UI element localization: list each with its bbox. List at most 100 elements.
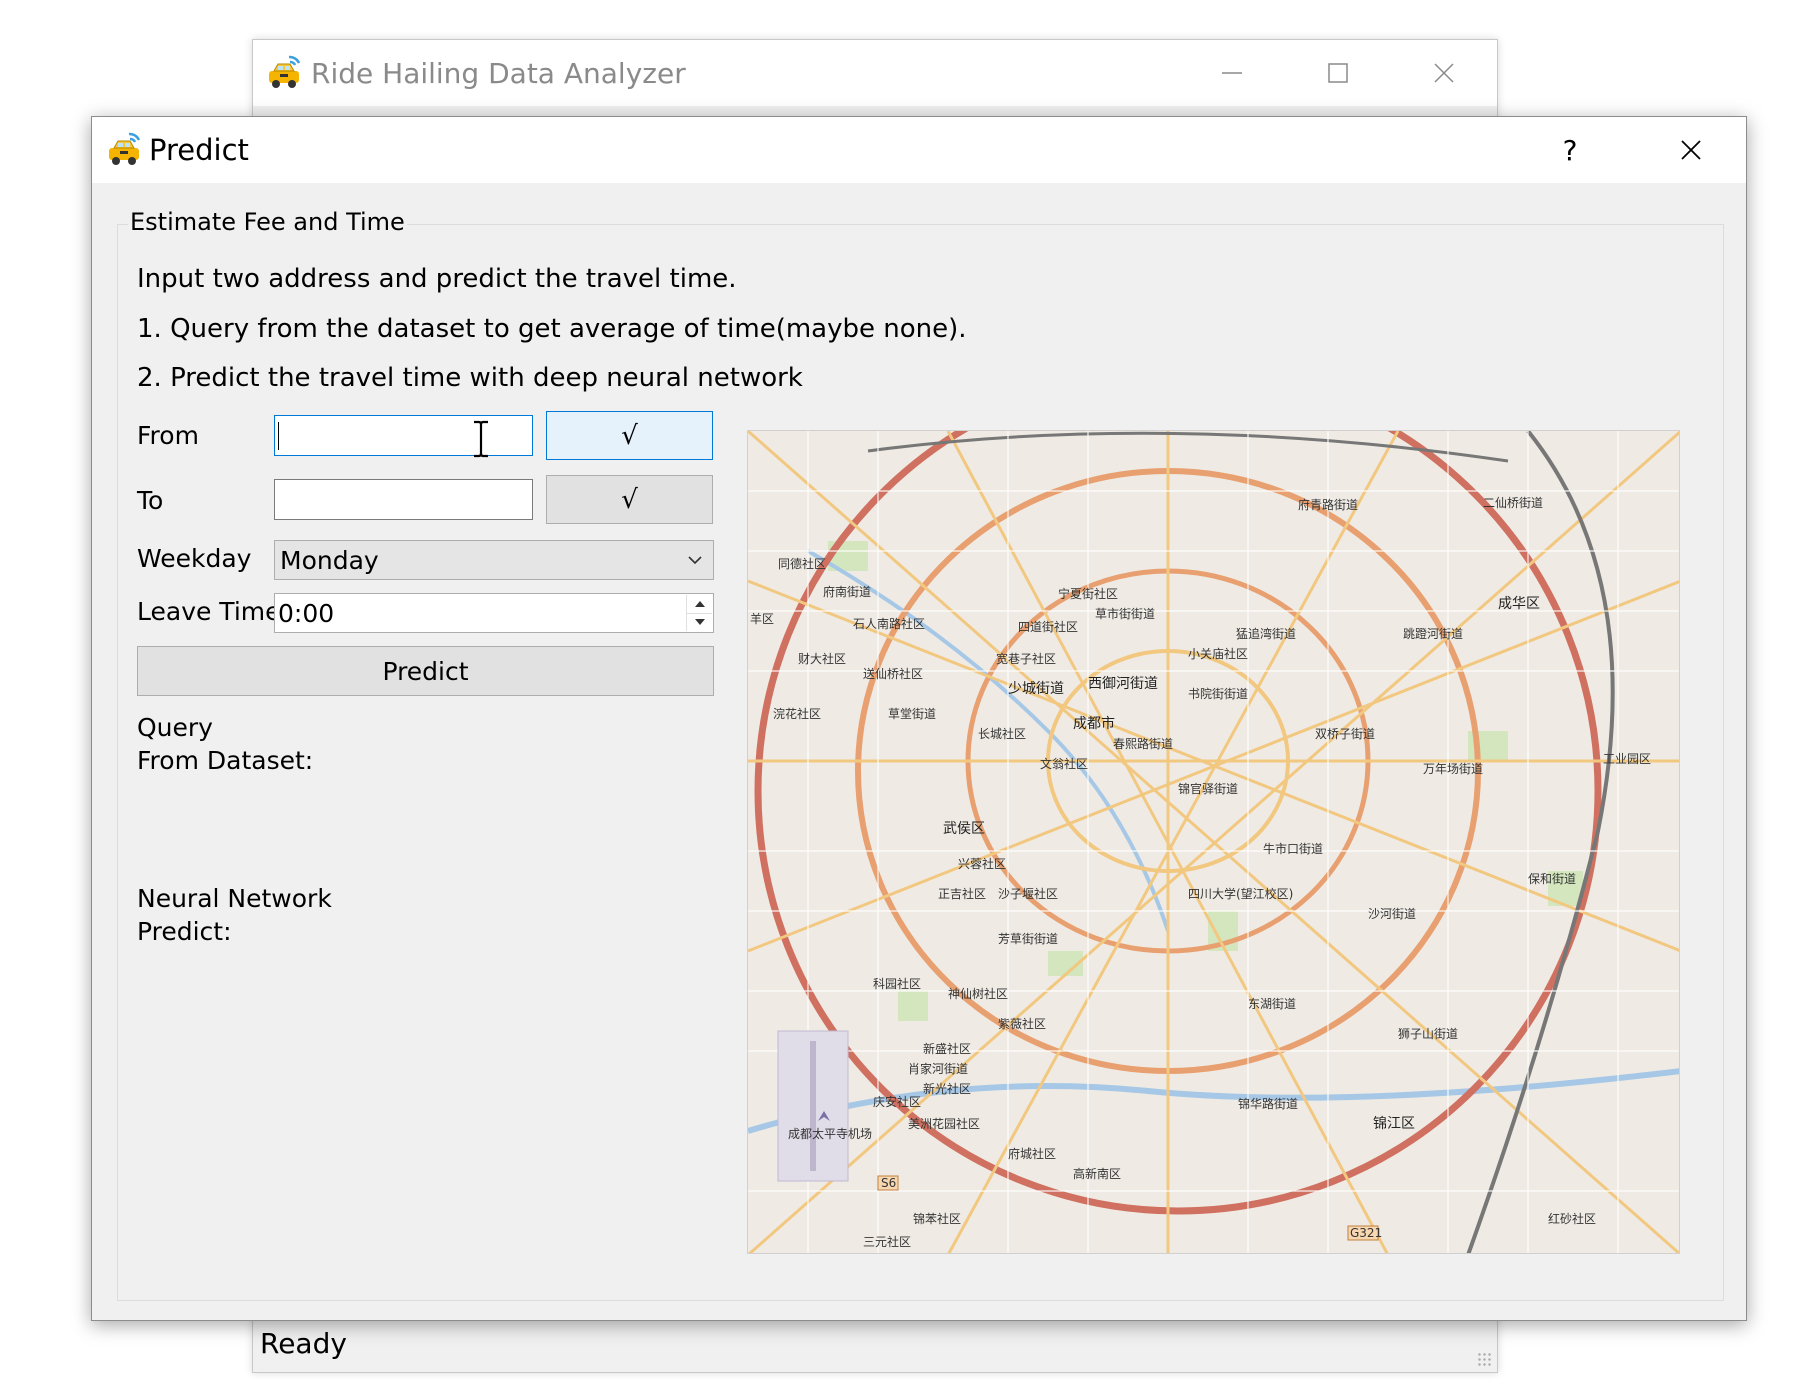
map-place-label: 猛追湾街道 [1236, 626, 1296, 641]
map-place-label: 送仙桥社区 [863, 666, 923, 681]
dialog-title: Predict [149, 133, 249, 167]
map-place-label: 紫薇社区 [998, 1016, 1046, 1031]
city-map[interactable]: S6 G321 府青路街道 二仙桥街道 成华区 跳蹬河街道 猛追湾街道 草市街街… [747, 430, 1680, 1254]
leave-time-spinbox[interactable]: 0:00 [274, 593, 714, 633]
main-window-titlebar: Ride Hailing Data Analyzer [253, 40, 1497, 106]
to-confirm-button[interactable]: √ [546, 475, 713, 524]
description-line-3: 2. Predict the travel time with deep neu… [137, 363, 803, 393]
map-place-label: 少城街道 [1008, 681, 1064, 697]
caret-up-icon [694, 600, 705, 607]
nn-label-2: Predict: [137, 917, 232, 946]
map-place-label: 浣花社区 [773, 706, 821, 721]
minimize-button[interactable] [1179, 40, 1285, 106]
caret-down-icon [694, 619, 705, 626]
maximize-button[interactable] [1285, 40, 1391, 106]
ibeam-cursor-icon [474, 420, 488, 458]
map-place-label: 春熙路街道 [1113, 736, 1173, 751]
map-place-label: 西御河街道 [1088, 676, 1158, 692]
map-route-label: G321 [1350, 1226, 1382, 1240]
map-place-label: 宁夏街社区 [1058, 586, 1118, 601]
map-place-label: 美洲花园社区 [908, 1116, 980, 1131]
map-place-label: 二仙桥街道 [1483, 496, 1543, 510]
status-bar: Ready [253, 1314, 1497, 1372]
map-place-label: 武侯区 [943, 821, 985, 837]
map-place-label: 石人南路社区 [853, 616, 925, 631]
map-place-label: 文翁社区 [1040, 756, 1088, 771]
predict-button[interactable]: Predict [137, 646, 714, 696]
map-place-label: 红砂社区 [1548, 1211, 1596, 1226]
dialog-close-button[interactable] [1636, 117, 1746, 183]
map-place-label: 东湖街道 [1248, 996, 1296, 1011]
map-place-label: 万年场街道 [1423, 762, 1483, 776]
weekday-label: Weekday [137, 544, 252, 573]
map-place-label: 庆安社区 [873, 1094, 921, 1109]
map-place-label: 成都市 [1073, 715, 1115, 732]
from-confirm-button[interactable]: √ [546, 411, 713, 460]
map-place-label: 财大社区 [798, 651, 846, 666]
map-place-label: 沙河街道 [1368, 907, 1416, 921]
map-place-label: 新盛社区 [923, 1041, 971, 1056]
close-icon [1434, 63, 1454, 83]
dialog-titlebar: Predict ? [92, 117, 1746, 183]
spin-down-button[interactable] [686, 613, 712, 631]
map-place-label: 兴蓉社区 [958, 856, 1006, 871]
to-input[interactable] [274, 479, 533, 520]
size-grip[interactable] [1477, 1352, 1491, 1366]
minimize-icon [1222, 72, 1242, 74]
map-image: S6 G321 府青路街道 二仙桥街道 成华区 跳蹬河街道 猛追湾街道 草市街街… [748, 431, 1679, 1253]
main-window-title: Ride Hailing Data Analyzer [311, 56, 686, 90]
map-place-label: 小关庙社区 [1188, 646, 1248, 661]
status-text: Ready [260, 1327, 347, 1360]
map-place-label: 草市街街道 [1095, 606, 1155, 621]
text-caret [278, 422, 279, 450]
from-input[interactable] [274, 415, 533, 458]
map-place-label: 神仙树社区 [948, 986, 1008, 1001]
map-place-label: 长城社区 [978, 726, 1026, 741]
map-place-label: 同德社区 [778, 556, 826, 571]
maximize-icon [1328, 63, 1348, 83]
map-place-label: 双桥子街道 [1315, 727, 1375, 741]
map-place-label: 狮子山街道 [1398, 1027, 1458, 1041]
map-place-label: 府城社区 [1008, 1146, 1056, 1161]
map-place-label: 沙子堰社区 [998, 886, 1058, 901]
map-place-label: 草堂街道 [888, 707, 936, 721]
weekday-selected: Monday [280, 545, 379, 575]
map-place-label: 高新南区 [1073, 1166, 1121, 1181]
map-place-label: 科园社区 [873, 976, 921, 991]
close-button[interactable] [1391, 40, 1497, 106]
map-place-label: 锦华路街道 [1238, 1096, 1298, 1111]
map-place-label: 工业园区 [1603, 752, 1651, 766]
leave-time-label: Leave Time [137, 597, 281, 626]
help-button[interactable]: ? [1535, 117, 1605, 183]
chevron-down-icon [688, 556, 702, 565]
spin-up-button[interactable] [686, 595, 712, 614]
query-label-2: From Dataset: [137, 746, 314, 775]
taxi-app-icon [269, 55, 301, 88]
map-place-label: 成华区 [1498, 596, 1540, 612]
map-place-label: 府青路街道 [1298, 497, 1358, 512]
map-place-label: 锦官驿街道 [1178, 781, 1238, 796]
nn-label-1: Neural Network [137, 884, 332, 913]
map-place-label: 新光社区 [923, 1081, 971, 1096]
map-place-label: 锦苯社区 [913, 1211, 961, 1226]
map-place-label: 宽巷子社区 [996, 651, 1056, 666]
map-place-label: 四川大学(望江校区) [1188, 886, 1293, 901]
leave-time-value: 0:00 [278, 598, 335, 628]
map-place-label: 四道街社区 [1018, 619, 1078, 634]
map-place-label: 书院街街道 [1188, 687, 1248, 701]
taxi-app-icon [109, 132, 141, 165]
from-label: From [137, 421, 199, 450]
map-place-label: 锦江区 [1373, 1115, 1415, 1132]
groupbox-title: Estimate Fee and Time [128, 208, 407, 236]
map-place-label: 保和街道 [1528, 872, 1576, 886]
map-place-label: 芳草街街道 [998, 932, 1058, 946]
map-place-label: 跳蹬河街道 [1403, 627, 1463, 641]
map-place-label: 羊区 [750, 611, 774, 626]
map-place-label: 成都太平寺机场 [788, 1126, 872, 1141]
map-place-label: 三元社区 [863, 1234, 911, 1249]
query-label-1: Query [137, 713, 213, 742]
description-line-2: 1. Query from the dataset to get average… [137, 314, 967, 344]
map-place-label: 牛市口街道 [1263, 841, 1323, 856]
weekday-select[interactable]: Monday [274, 540, 714, 580]
map-place-label: 正吉社区 [938, 886, 986, 901]
